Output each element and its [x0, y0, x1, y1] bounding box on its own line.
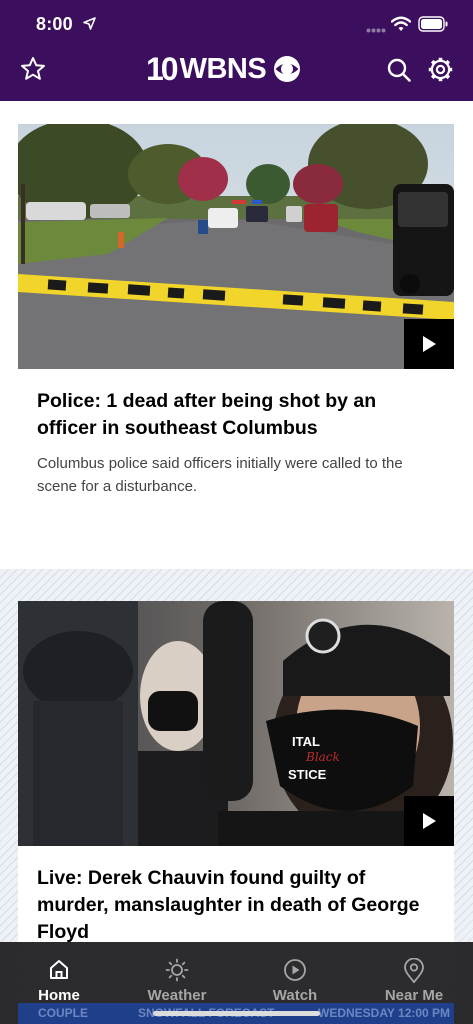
article-headline[interactable]: Live: Derek Chauvin found guilty of murd…	[37, 865, 437, 946]
tab-home-label: Home	[38, 987, 80, 1004]
play-circle-icon	[284, 959, 306, 981]
article-headline[interactable]: Police: 1 dead after being shot by an of…	[37, 388, 437, 442]
settings-gear-icon[interactable]	[427, 56, 454, 83]
logo-number: 10	[146, 50, 179, 87]
video-play-button[interactable]	[404, 796, 454, 846]
ticker-left: COUPLE	[38, 1006, 89, 1020]
play-icon	[423, 813, 436, 829]
cbs-eye-icon	[274, 56, 301, 82]
tab-watch-label: Watch	[272, 987, 318, 1004]
cellular-signal-icon	[366, 28, 386, 33]
ticker-right: WEDNESDAY 12:00 PM	[318, 1006, 451, 1020]
video-play-button[interactable]	[404, 319, 454, 369]
location-arrow-icon	[83, 17, 96, 30]
article-thumbnail[interactable]: ITAL Black STICE	[18, 601, 454, 846]
home-icon	[50, 960, 68, 979]
mask-text-2: Black	[305, 750, 340, 764]
home-indicator[interactable]	[153, 1011, 320, 1016]
tab-near-me-label: Near Me	[384, 987, 444, 1004]
favorites-star-icon[interactable]	[20, 56, 46, 82]
search-icon[interactable]	[386, 57, 412, 83]
mask-text-1: ITAL	[292, 734, 320, 749]
location-pin-icon	[404, 958, 424, 984]
article-thumbnail[interactable]	[18, 124, 454, 369]
mask-text-3: STICE	[288, 767, 327, 782]
app-header: 8:00 10 WBNS	[0, 0, 473, 101]
sun-icon	[165, 958, 189, 982]
wbns-logo: 10 WBNS	[146, 50, 301, 87]
wifi-icon	[391, 16, 411, 31]
logo-text: WBNS	[179, 52, 267, 85]
tab-weather-label: Weather	[147, 987, 207, 1004]
battery-icon	[418, 16, 448, 32]
article-summary: Columbus police said officers initially …	[37, 455, 403, 495]
police-scene-image	[18, 124, 454, 369]
status-time: 8:00	[36, 14, 73, 34]
play-icon	[423, 336, 436, 352]
protest-image: ITAL Black STICE	[18, 601, 454, 846]
